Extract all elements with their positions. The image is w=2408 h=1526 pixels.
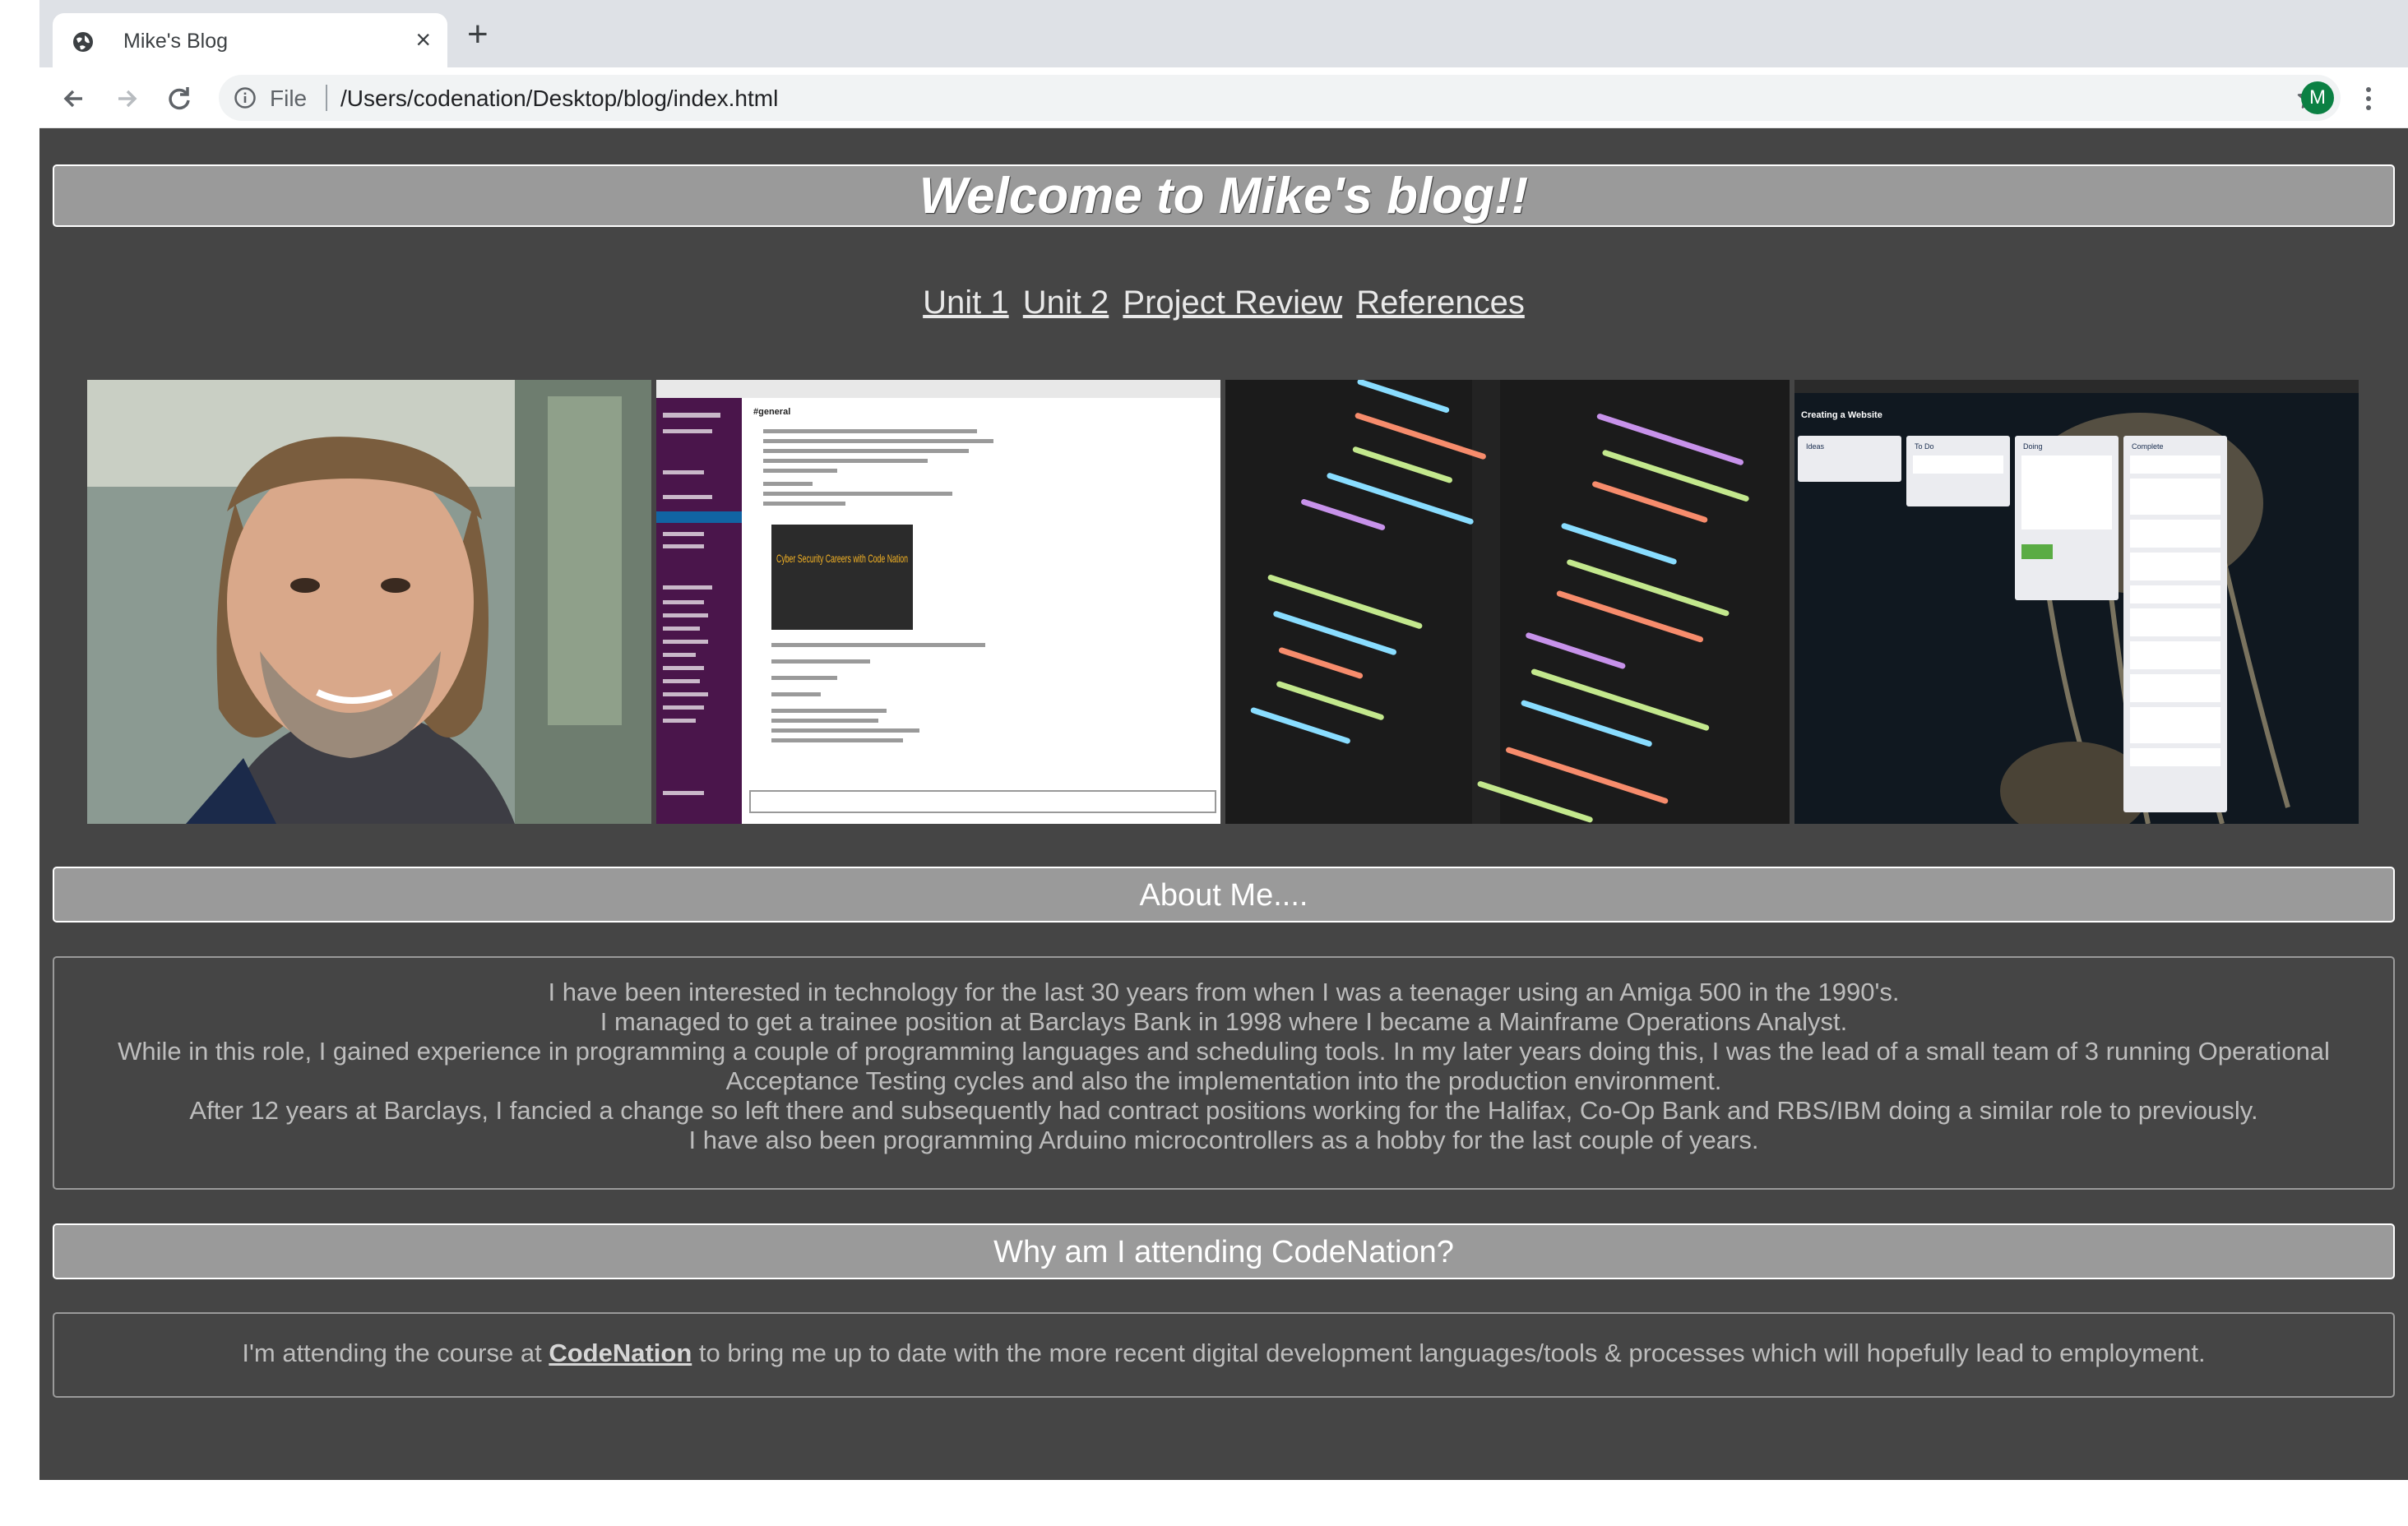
trello-column-ideas: Ideas	[1806, 442, 1825, 451]
trello-column-doing: Doing	[2023, 442, 2043, 451]
codenation-link[interactable]: CodeNation	[549, 1339, 692, 1367]
about-line-6: I have also been programming Arduino mic…	[688, 1126, 1759, 1154]
portrait-photo	[87, 380, 651, 824]
about-banner: About Me....	[53, 867, 2395, 923]
why-text-after: to bring me up to date with the more rec…	[692, 1339, 2206, 1367]
image-gallery: #general Cyber Security Careers with Cod…	[87, 380, 2359, 824]
why-text-before: I'm attending the course at	[242, 1339, 549, 1367]
nav-link-unit-1[interactable]: Unit 1	[923, 284, 1009, 321]
about-line-4: Acceptance Testing cycles and also the i…	[725, 1066, 1722, 1095]
url-scheme: File	[270, 86, 308, 111]
avatar[interactable]: M	[2301, 81, 2334, 114]
url-text[interactable]: /Users/codenation/Desktop/blog/index.htm…	[340, 86, 778, 112]
page-content: Welcome to Mike's blog!! Unit 1 Unit 2 P…	[39, 128, 2408, 1480]
about-heading: About Me....	[1139, 878, 1308, 913]
about-line-2: I managed to get a trainee position at B…	[600, 1007, 1848, 1036]
slack-screenshot: #general Cyber Security Careers with Cod…	[656, 380, 1220, 824]
url-divider	[326, 85, 327, 111]
reload-icon[interactable]	[163, 82, 196, 115]
tab-title: Mike's Blog	[123, 30, 229, 53]
close-icon[interactable]: ×	[415, 26, 431, 53]
trello-column-todo: To Do	[1915, 442, 1934, 451]
code-screenshot	[1225, 380, 1790, 824]
about-text-box: I have been interested in technology for…	[53, 956, 2395, 1190]
about-line-3: While in this role, I gained experience …	[118, 1037, 2330, 1066]
info-icon[interactable]	[234, 86, 257, 109]
slack-poster-text: Cyber Security Careers with Code Nation	[776, 552, 908, 565]
why-text: I'm attending the course at CodeNation t…	[54, 1339, 2393, 1368]
slack-channel-heading: #general	[753, 407, 790, 417]
back-icon[interactable]	[58, 82, 90, 115]
globe-icon	[73, 32, 93, 52]
about-line-5: After 12 years at Barclays, I fancied a …	[189, 1096, 2258, 1125]
browser-toolbar: File /Users/codenation/Desktop/blog/inde…	[39, 67, 2408, 128]
nav-links: Unit 1 Unit 2 Project Review References	[39, 284, 2408, 321]
browser-tab[interactable]: Mike's Blog ×	[53, 13, 447, 67]
nav-link-unit-2[interactable]: Unit 2	[1023, 284, 1109, 321]
plus-icon[interactable]: +	[467, 16, 489, 53]
nav-link-project-review[interactable]: Project Review	[1123, 284, 1342, 321]
address-bar[interactable]: File /Users/codenation/Desktop/blog/inde…	[219, 75, 2341, 121]
trello-column-complete: Complete	[2132, 442, 2164, 451]
more-vert-icon[interactable]	[2360, 82, 2377, 115]
why-heading: Why am I attending CodeNation?	[993, 1235, 1454, 1269]
why-banner: Why am I attending CodeNation?	[53, 1223, 2395, 1279]
why-text-box: I'm attending the course at CodeNation t…	[53, 1312, 2395, 1398]
title-banner: Welcome to Mike's blog!!	[53, 164, 2395, 227]
page-title: Welcome to Mike's blog!!	[919, 168, 1529, 224]
trello-board-title: Creating a Website	[1801, 410, 1882, 420]
trello-screenshot: Creating a Website Ideas To Do Doing Com…	[1794, 380, 2359, 824]
forward-icon[interactable]	[110, 82, 143, 115]
nav-link-references[interactable]: References	[1356, 284, 1525, 321]
tab-bar: Mike's Blog × +	[39, 0, 2408, 67]
about-line-1: I have been interested in technology for…	[548, 978, 1900, 1006]
